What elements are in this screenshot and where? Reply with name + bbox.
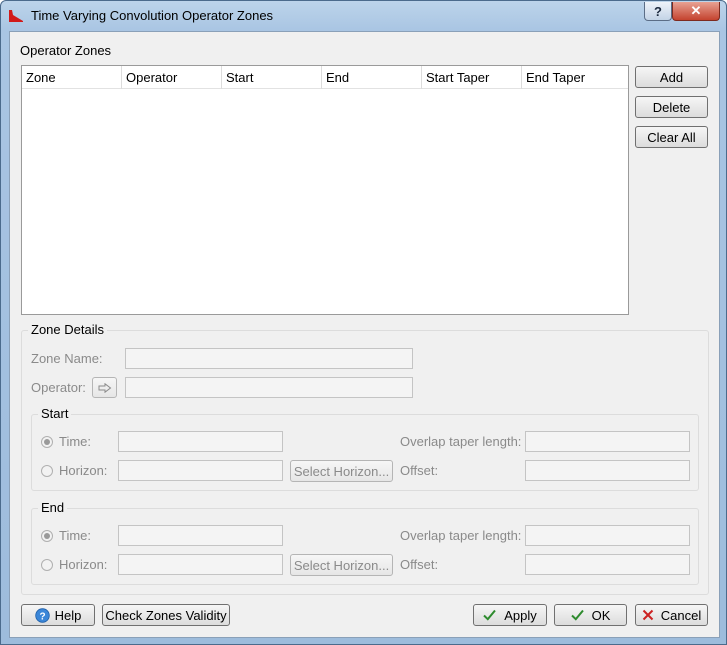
dialog-window: Time Varying Convolution Operator Zones …: [0, 0, 727, 645]
end-horizon-radio[interactable]: [41, 559, 53, 571]
start-time-field[interactable]: [118, 431, 283, 452]
close-icon: ✕: [690, 3, 702, 18]
app-icon: [9, 10, 23, 22]
checkmark-icon: [483, 609, 497, 621]
column-header-zone[interactable]: Zone: [22, 66, 122, 89]
operator-pick-button[interactable]: [92, 377, 117, 398]
apply-button[interactable]: Apply: [473, 604, 547, 626]
operator-field[interactable]: [125, 377, 413, 398]
end-horizon-field[interactable]: [118, 554, 283, 575]
column-header-operator[interactable]: Operator: [122, 66, 222, 89]
start-horizon-field[interactable]: [118, 460, 283, 481]
column-header-start[interactable]: Start: [222, 66, 322, 89]
title-bar[interactable]: Time Varying Convolution Operator Zones …: [1, 1, 726, 31]
checkmark-icon: [570, 609, 584, 621]
help-icon: ?: [34, 607, 50, 623]
cancel-button-label: Cancel: [660, 607, 702, 623]
help-button[interactable]: ? Help: [21, 604, 95, 626]
end-overlap-label: Overlap taper length:: [400, 528, 522, 543]
end-offset-label: Offset:: [400, 557, 439, 572]
dialog-body: Operator Zones Zone Operator Start End S…: [9, 31, 720, 638]
clear-all-button[interactable]: Clear All: [635, 126, 708, 148]
end-title: End: [38, 500, 68, 515]
start-time-label: Time:: [59, 434, 92, 449]
ok-button[interactable]: OK: [554, 604, 627, 626]
column-header-end-taper[interactable]: End Taper: [522, 66, 628, 89]
end-time-field[interactable]: [118, 525, 283, 546]
start-offset-field[interactable]: [525, 460, 690, 481]
start-title: Start: [38, 406, 72, 421]
zone-name-field[interactable]: [125, 348, 413, 369]
start-horizon-label: Horizon:: [59, 463, 108, 478]
operator-label: Operator:: [31, 380, 86, 395]
start-overlap-field[interactable]: [525, 431, 690, 452]
end-group: End Time: Overlap taper length: Horizon:…: [31, 500, 699, 585]
column-header-start-taper[interactable]: Start Taper: [422, 66, 522, 89]
zones-table[interactable]: Zone Operator Start End Start Taper End …: [21, 65, 629, 315]
check-zones-validity-button[interactable]: Check Zones Validity: [102, 604, 230, 626]
title-close-button[interactable]: ✕: [672, 2, 720, 21]
delete-button[interactable]: Delete: [635, 96, 708, 118]
start-time-radio[interactable]: [41, 436, 53, 448]
end-time-radio[interactable]: [41, 530, 53, 542]
end-horizon-label: Horizon:: [59, 557, 108, 572]
column-header-end[interactable]: End: [322, 66, 422, 89]
arrow-right-icon: [98, 382, 111, 393]
add-button[interactable]: Add: [635, 66, 708, 88]
end-time-label: Time:: [59, 528, 92, 543]
zone-details-group: Zone Details Zone Name: Operator: Start …: [21, 322, 709, 595]
zone-name-label: Zone Name:: [31, 351, 103, 366]
start-offset-label: Offset:: [400, 463, 439, 478]
end-select-horizon-button[interactable]: Select Horizon...: [290, 554, 393, 576]
svg-text:?: ?: [39, 611, 45, 622]
title-help-button[interactable]: ?: [644, 2, 672, 21]
start-overlap-label: Overlap taper length:: [400, 434, 522, 449]
window-title: Time Varying Convolution Operator Zones: [31, 8, 274, 23]
end-offset-field[interactable]: [525, 554, 690, 575]
apply-button-label: Apply: [504, 607, 537, 623]
end-overlap-field[interactable]: [525, 525, 690, 546]
start-horizon-radio[interactable]: [41, 465, 53, 477]
help-button-label: Help: [54, 607, 82, 623]
cancel-x-icon: [642, 609, 653, 621]
question-icon: ?: [654, 3, 662, 19]
table-header: Zone Operator Start End Start Taper End …: [22, 66, 628, 89]
cancel-button[interactable]: Cancel: [635, 604, 708, 626]
zone-details-title: Zone Details: [28, 322, 107, 337]
operator-zones-label: Operator Zones: [20, 43, 112, 58]
start-group: Start Time: Overlap taper length: Horizo…: [31, 406, 699, 491]
ok-button-label: OK: [591, 607, 611, 623]
start-select-horizon-button[interactable]: Select Horizon...: [290, 460, 393, 482]
